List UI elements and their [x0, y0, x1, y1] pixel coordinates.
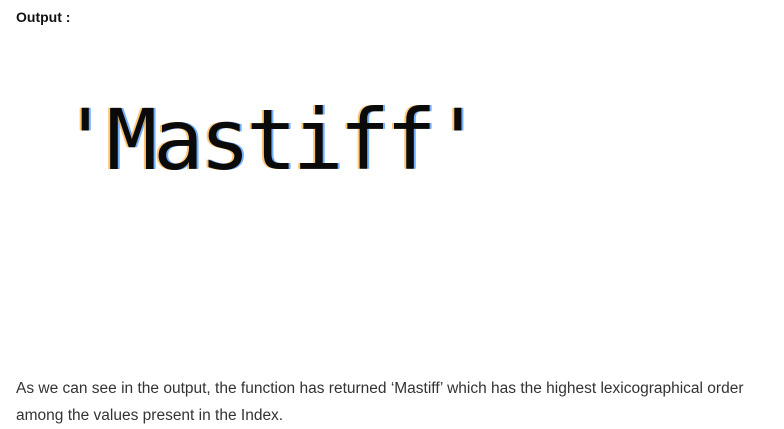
explanation-paragraph: As we can see in the output, the functio… [16, 379, 744, 424]
output-heading: Output : [16, 9, 71, 25]
output-image: 'Mastiff' [60, 98, 580, 208]
output-value: 'Mastiff' [60, 91, 483, 189]
